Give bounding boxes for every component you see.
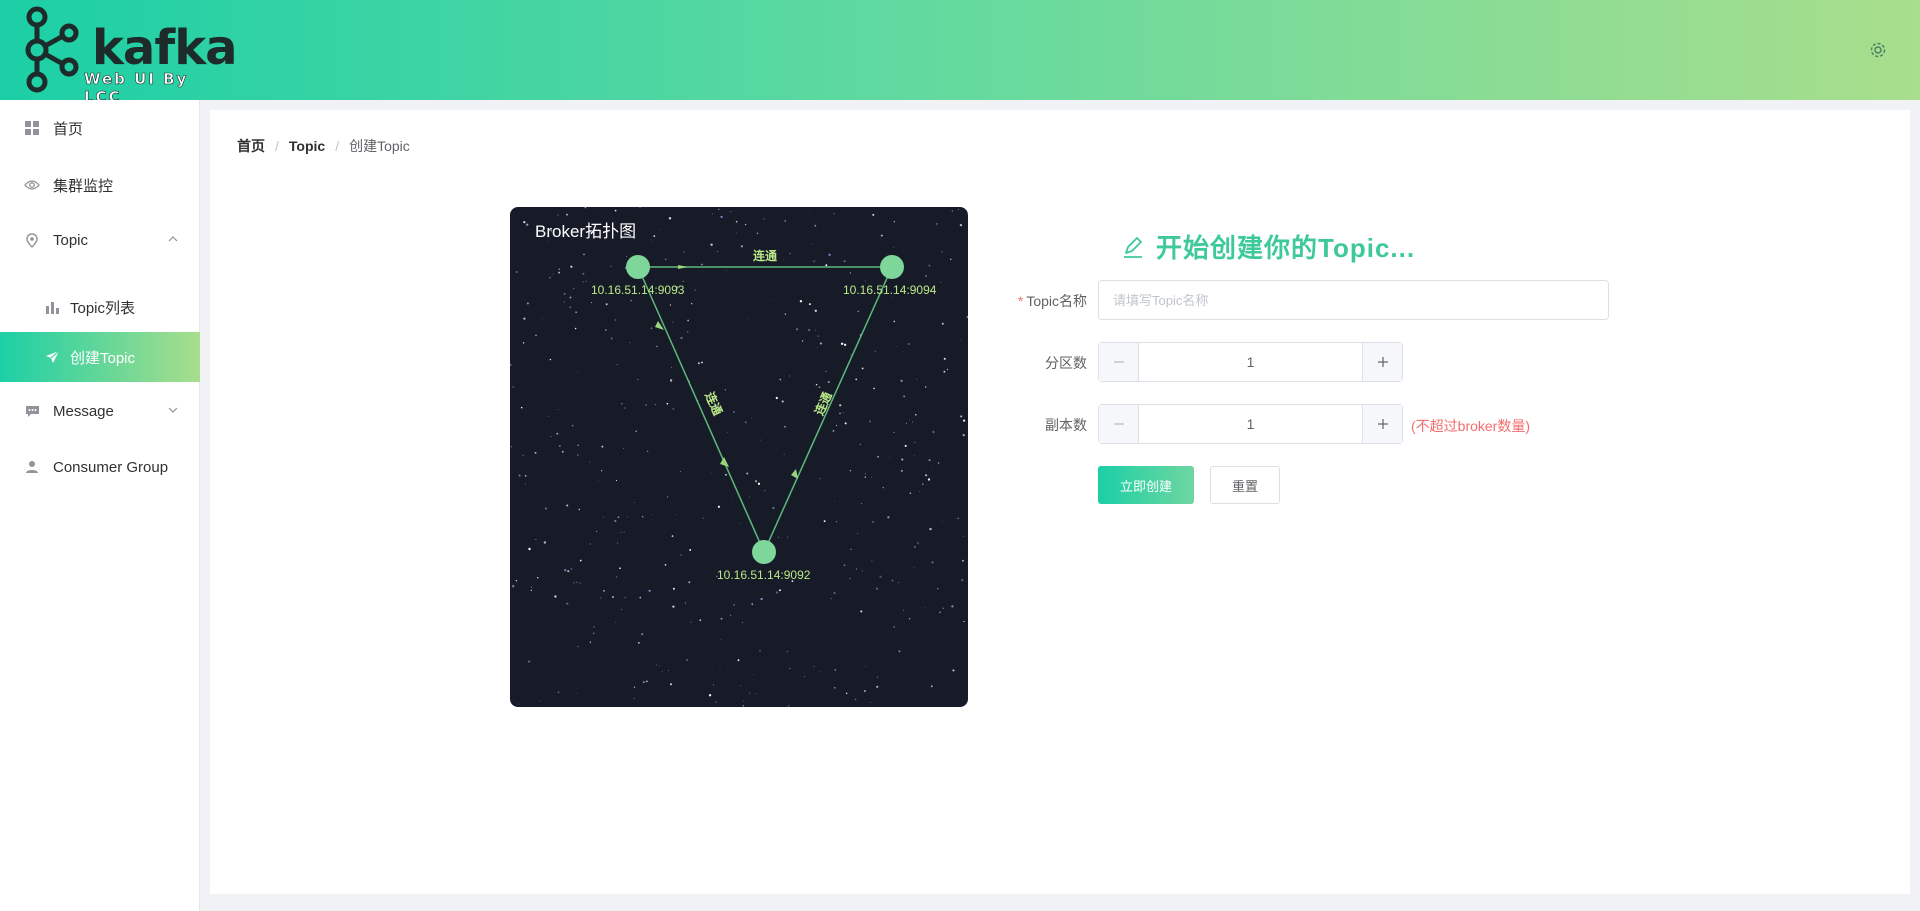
replicas-increment-button[interactable] — [1362, 405, 1402, 443]
app-header: kafka Web UI By LCC — [0, 0, 1920, 106]
gear-icon[interactable] — [1868, 40, 1888, 60]
broker-node-9092[interactable] — [752, 540, 776, 564]
sidebar: 首页 集群监控 Topic Topic列表 创建Topic Message Co… — [0, 100, 200, 911]
partitions-label: 分区数 — [1045, 355, 1087, 371]
edge-9093-9092 — [637, 266, 765, 553]
topology-title: Broker拓扑图 — [535, 222, 637, 241]
broker-topology-panel: Broker拓扑图 连通 连通 连通 10.16.51.14:9093 10.1… — [510, 207, 968, 707]
kafka-logo-icon — [25, 6, 79, 93]
location-pin-icon — [24, 232, 40, 248]
broker-node-label: 10.16.51.14:9093 — [591, 283, 685, 297]
replicas-value[interactable]: 1 — [1139, 405, 1362, 443]
edge-arrow — [791, 469, 798, 479]
partitions-increment-button[interactable] — [1362, 343, 1402, 381]
kafka-logo[interactable]: kafka Web UI By LCC — [24, 4, 238, 106]
logo-text: kafka — [92, 20, 238, 76]
edge-arrow — [678, 265, 688, 269]
eye-icon — [24, 177, 40, 193]
sidebar-item-home[interactable]: 首页 — [0, 100, 200, 156]
broker-node-9093[interactable] — [626, 255, 650, 279]
edge-arrow — [720, 457, 729, 467]
edge-label: 连通 — [753, 249, 778, 263]
sidebar-item-consumer-group[interactable]: Consumer Group — [0, 439, 200, 495]
required-asterisk: * — [1017, 293, 1024, 309]
create-button[interactable]: 立即创建 — [1098, 466, 1194, 504]
sidebar-item-label: Topic — [53, 231, 89, 249]
chat-icon — [24, 403, 40, 419]
broker-node-label: 10.16.51.14:9092 — [717, 568, 811, 582]
sidebar-item-topic[interactable]: Topic — [0, 212, 200, 268]
user-icon — [24, 459, 40, 475]
form-title-text: 开始创建你的Topic... — [1156, 233, 1416, 263]
replicas-stepper: 1 — [1098, 404, 1403, 444]
partitions-value[interactable]: 1 — [1139, 343, 1362, 381]
partitions-decrement-button[interactable] — [1099, 343, 1139, 381]
topology-graph — [626, 255, 904, 564]
main-content: 首页 / Topic / 创建Topic Broker拓扑图 连通 连通 连通 … — [210, 110, 1910, 894]
sidebar-item-label: Consumer Group — [53, 458, 169, 476]
breadcrumb-separator: / — [275, 138, 279, 154]
minus-icon — [1113, 361, 1124, 363]
topic-name-input[interactable] — [1098, 280, 1609, 320]
form-title: 开始创建你的Topic... — [1120, 228, 1415, 265]
replicas-hint: (不超过broker数量) — [1411, 418, 1531, 434]
minus-icon — [1113, 423, 1124, 425]
sidebar-item-label: Message — [53, 402, 114, 420]
sidebar-item-label: 创建Topic — [70, 349, 136, 367]
broker-node-9094[interactable] — [880, 255, 904, 279]
topic-name-label: * Topic名称 — [987, 291, 1087, 311]
replicas-label: 副本数 — [1045, 417, 1087, 433]
breadcrumb-separator: / — [335, 138, 340, 154]
partitions-stepper: 1 — [1098, 342, 1403, 382]
breadcrumb-current: 创建Topic — [349, 138, 410, 154]
reset-button[interactable]: 重置 — [1210, 466, 1280, 504]
breadcrumb-topic[interactable]: Topic — [289, 138, 325, 154]
sidebar-item-message[interactable]: Message — [0, 383, 200, 439]
pencil-icon — [1124, 236, 1142, 258]
sidebar-item-topic-list[interactable]: Topic列表 — [0, 282, 200, 332]
send-icon — [44, 349, 60, 365]
sidebar-item-label: 首页 — [53, 120, 84, 138]
plus-icon — [1377, 419, 1388, 429]
breadcrumb-home[interactable]: 首页 — [237, 136, 265, 156]
plus-icon — [1377, 357, 1388, 367]
chevron-down-icon — [168, 407, 178, 413]
sidebar-item-label: 集群监控 — [53, 177, 114, 195]
broker-node-label: 10.16.51.14:9094 — [843, 283, 937, 297]
grid-icon — [24, 120, 40, 136]
sidebar-item-create-topic[interactable]: 创建Topic — [0, 332, 200, 382]
topic-name-label-text: Topic名称 — [1026, 293, 1087, 309]
breadcrumb: 首页 / Topic / 创建Topic — [237, 136, 410, 156]
replicas-decrement-button[interactable] — [1099, 405, 1139, 443]
sidebar-item-label: Topic列表 — [70, 299, 136, 317]
sidebar-item-cluster-monitor[interactable]: 集群监控 — [0, 157, 200, 213]
bar-chart-icon — [44, 299, 60, 315]
chevron-up-icon — [168, 236, 178, 242]
